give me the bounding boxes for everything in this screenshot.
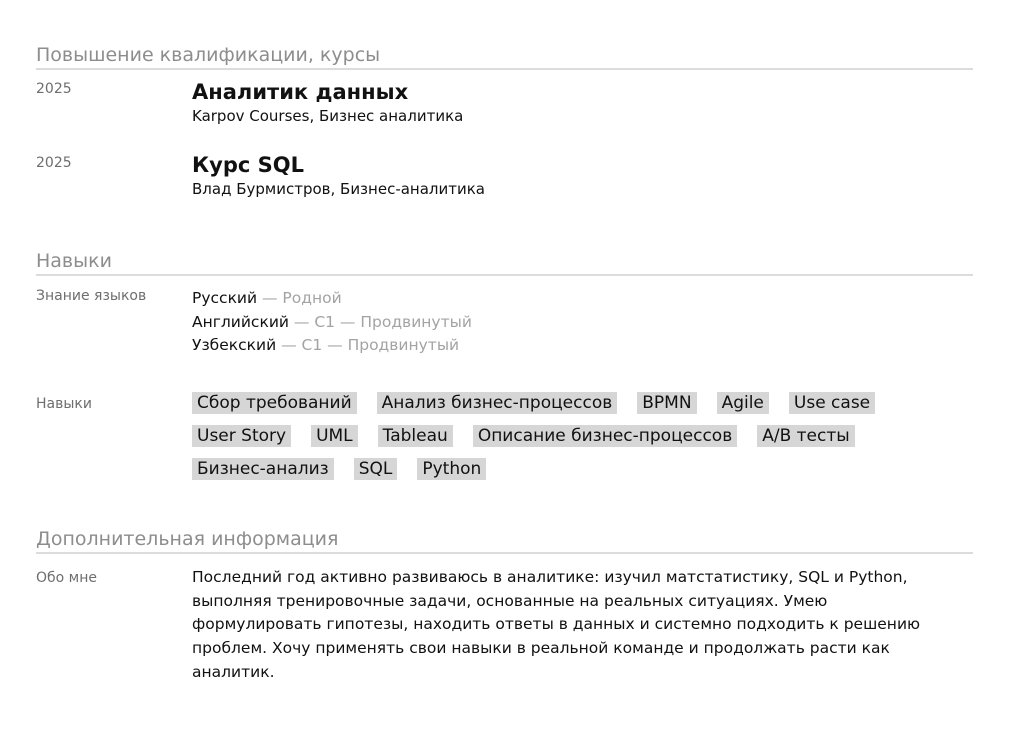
skill-tags-row: User Story UML Tableau Описание бизнес-проц… [192,425,912,458]
language-name: Русский [192,289,258,307]
skills-section-title: Навыки [36,249,973,276]
course-year: 2025 [36,81,72,97]
skills-label: Навыки [36,396,92,412]
about-text: Последний год активно развиваюсь в анали… [192,568,921,681]
skill-tags: Сбор требований Анализ бизнес-процессов BP… [192,392,912,491]
skill-tag: User Story [192,425,292,447]
skill-tag: SQL [353,458,398,480]
skill-tag: Бизнес-анализ [192,458,334,480]
course-org: Karpov Courses, Бизнес аналитика [192,107,464,125]
skill-tags-row: Сбор требований Анализ бизнес-процессов BP… [192,392,912,425]
course-title: Курс SQL [192,153,305,177]
language-name: Узбекский [192,336,277,354]
courses-section-title: Повышение квалификации, курсы [36,43,973,70]
language-item: Узбекский — C1 — Продвинутый [192,334,472,358]
language-name: Английский [192,312,289,331]
additional-section-title: Дополнительная информация [36,527,973,554]
skill-tag: A/B тесты [757,425,855,447]
skill-tag: Agile [716,392,769,414]
skill-tag: BPMN [637,392,697,414]
course-entry: Курс SQL Влад Бурмистров, Бизнес-аналити… [192,152,485,199]
skill-tag: Python [417,458,487,480]
language-level: — C1 — Продвинутый [288,312,472,331]
skill-tag: Анализ бизнес-процессов [376,392,618,414]
skill-tags-row: Бизнес-анализ SQL Python [192,458,912,491]
course-title: Аналитик данных [192,80,409,104]
languages-list: Русский — Родной Английский — C1 — Продв… [192,287,472,358]
skill-tag: Tableau [377,425,453,447]
skill-tag: Use case [788,392,876,414]
language-level: — C1 — Продвинутый [276,336,460,354]
course-entry: Аналитик данных Karpov Courses, Бизнес а… [192,79,463,126]
course-org: Влад Бурмистров, Бизнес-аналитика [192,180,485,198]
languages-label: Знание языков [36,288,147,304]
skill-tag: Сбор требований [192,392,357,414]
course-year: 2025 [36,155,72,171]
language-item: Русский — Родной [192,287,472,311]
language-level: — Родной [257,289,342,307]
skill-tag: Описание бизнес-процессов [472,425,738,447]
about-label: Обо мне [36,570,97,586]
language-item: Английский — C1 — Продвинутый [192,311,472,335]
skill-tag: UML [311,425,358,447]
